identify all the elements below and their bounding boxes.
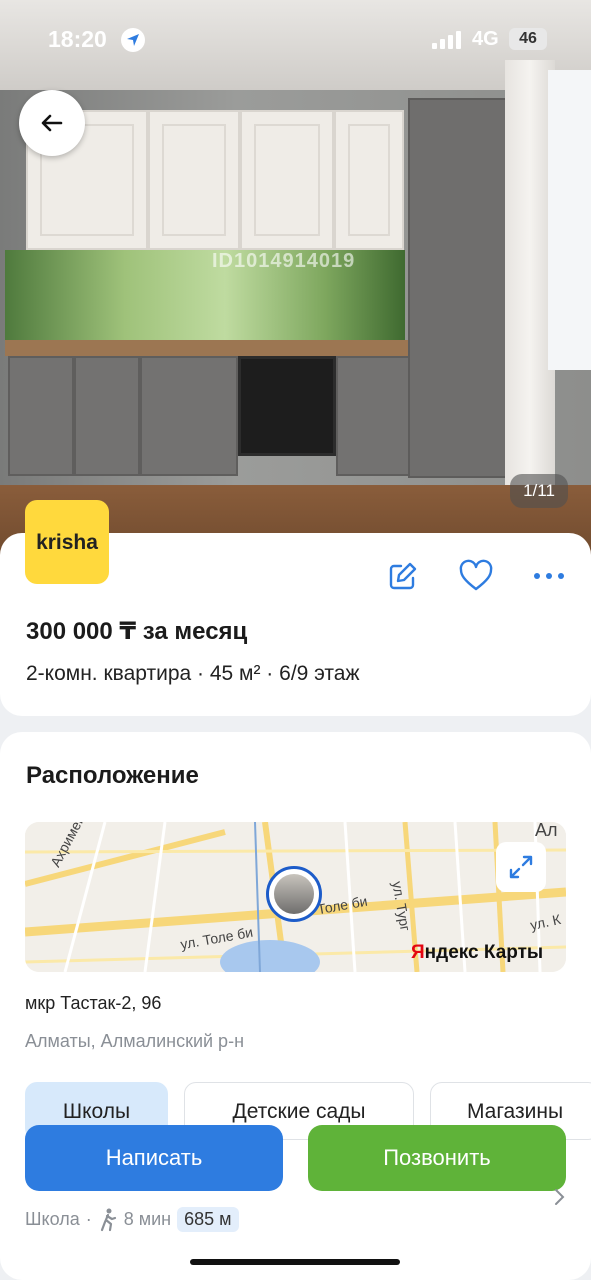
- back-button[interactable]: [19, 90, 85, 156]
- listing-photo[interactable]: ID1014914019: [0, 0, 591, 560]
- photo-window: [548, 70, 591, 370]
- photo-cabinet: [240, 110, 334, 250]
- edit-icon[interactable]: [385, 558, 421, 594]
- map-expand-button[interactable]: [496, 842, 546, 892]
- listing-price: 300 000 ₸ за месяц: [26, 618, 248, 645]
- photo-cabinet: [334, 110, 404, 250]
- photo-lower-cabinet: [74, 356, 140, 476]
- heart-icon[interactable]: [458, 558, 494, 594]
- chevron-right-icon[interactable]: [552, 1187, 566, 1207]
- walk-time: 8 мин: [123, 1209, 172, 1229]
- yandex-logo-text: ндекс Карты: [424, 942, 544, 963]
- listing-details: 2-комн. квартира · 45 м² · 6/9 этаж: [26, 662, 360, 685]
- listing-map-pin[interactable]: [266, 866, 322, 922]
- photo-lower-cabinet: [140, 356, 238, 476]
- location-title: Расположение: [26, 762, 199, 789]
- call-button[interactable]: Позвонить: [308, 1125, 566, 1191]
- photo-watermark: ID1014914019: [212, 250, 356, 272]
- nearby-type: Школа: [25, 1209, 80, 1229]
- signal-icon: [432, 31, 461, 49]
- battery-indicator: 46: [509, 28, 547, 50]
- home-indicator[interactable]: [190, 1259, 400, 1265]
- address: мкр Тастак-2, 96: [25, 993, 162, 1013]
- photo-countertop: [5, 340, 410, 356]
- photo-lower-cabinet: [336, 356, 412, 476]
- yandex-logo-letter: Я: [411, 942, 425, 963]
- yandex-maps-logo: Яндекс Карты: [411, 942, 543, 964]
- distance-badge: 685 м: [177, 1207, 239, 1232]
- photo-oven: [238, 356, 336, 456]
- more-icon[interactable]: [531, 558, 567, 594]
- photo-lower-cabinet: [8, 356, 74, 476]
- separator-dot: ·: [85, 1209, 92, 1229]
- back-arrow-icon: [41, 114, 63, 132]
- write-button[interactable]: Написать: [25, 1125, 283, 1191]
- city-district: Алматы, Алмалинский р-н: [25, 1031, 245, 1051]
- krisha-logo: krisha: [25, 500, 109, 584]
- photo-cabinet: [148, 110, 240, 250]
- network-type: 4G: [472, 28, 499, 50]
- logo-text: krisha: [36, 531, 98, 554]
- walk-icon: [100, 1208, 116, 1231]
- photo-tall-cabinet: [408, 98, 508, 478]
- location-arrow-icon: [121, 28, 145, 52]
- photo-counter: 1/11: [510, 474, 568, 508]
- nearby-school-row[interactable]: Школа · 8 мин 685 м: [25, 1207, 239, 1232]
- expand-icon: [509, 855, 533, 879]
- status-time: 18:20: [48, 26, 107, 52]
- map-label: Ал: [535, 822, 558, 840]
